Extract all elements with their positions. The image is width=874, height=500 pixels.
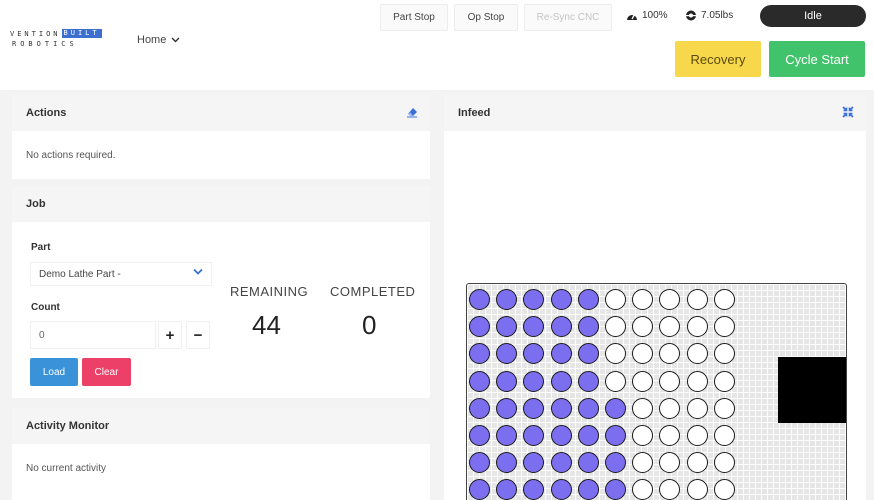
slot-filled[interactable] — [577, 425, 599, 446]
slot-filled[interactable] — [550, 452, 572, 474]
slot-empty[interactable] — [713, 425, 735, 446]
op-stop-button[interactable]: Op Stop — [454, 4, 518, 31]
slot-empty[interactable] — [632, 397, 654, 419]
eraser-icon[interactable] — [406, 106, 418, 118]
slot-filled[interactable] — [550, 316, 572, 338]
logo-text-robotics: ROBOTICS — [12, 40, 78, 48]
clear-button[interactable]: Clear — [82, 358, 131, 386]
count-increment-button[interactable]: + — [158, 321, 182, 349]
speedometer-icon — [627, 13, 637, 20]
slot-empty[interactable] — [686, 343, 708, 365]
top-header: VENTION BUILT ROBOTICS Home Part Stop Op… — [0, 0, 874, 90]
slot-empty[interactable] — [659, 370, 681, 392]
slot-empty[interactable] — [686, 425, 708, 446]
load-button[interactable]: Load — [30, 358, 78, 386]
completed-value: 0 — [362, 310, 377, 340]
activity-title: Activity Monitor — [26, 420, 110, 432]
slot-empty[interactable] — [686, 316, 708, 338]
slot-filled[interactable] — [496, 370, 518, 392]
slot-filled[interactable] — [577, 289, 599, 310]
home-menu[interactable]: Home — [137, 34, 180, 46]
slot-filled[interactable] — [469, 425, 490, 446]
slot-empty[interactable] — [632, 370, 654, 392]
slot-empty[interactable] — [713, 479, 735, 500]
recovery-button[interactable]: Recovery — [675, 41, 761, 77]
activity-card-header: Activity Monitor — [12, 408, 430, 444]
cycle-start-button[interactable]: Cycle Start — [769, 41, 865, 77]
job-card-header: Job — [12, 186, 430, 222]
part-label: Part — [31, 242, 51, 253]
chevron-down-icon — [193, 268, 203, 275]
slot-empty[interactable] — [713, 370, 735, 392]
resync-cnc-button[interactable]: Re-Sync CNC — [524, 4, 612, 31]
logo-text-built: BUILT — [61, 29, 102, 38]
home-menu-label: Home — [137, 34, 167, 46]
weight-icon — [685, 10, 697, 21]
count-label: Count — [31, 302, 60, 313]
count-decrement-button[interactable]: − — [186, 321, 210, 349]
actions-card-header: Actions — [12, 95, 430, 131]
remaining-label: REMAINING — [230, 284, 309, 299]
count-input[interactable]: 0 — [30, 321, 156, 349]
gripper-block — [778, 357, 846, 423]
actions-title: Actions — [26, 107, 67, 119]
activity-message: No current activity — [26, 462, 107, 474]
slot-empty[interactable] — [713, 289, 735, 310]
slot-filled[interactable] — [577, 479, 599, 500]
slot-filled[interactable] — [577, 452, 599, 474]
weight-indicator: 7.05lbs — [685, 10, 733, 21]
slot-empty[interactable] — [686, 289, 708, 310]
logo-text-vention: VENTION — [10, 29, 61, 38]
slot-filled[interactable] — [496, 397, 518, 419]
part-stop-button[interactable]: Part Stop — [380, 4, 448, 31]
actions-card: Actions No actions required. — [12, 95, 430, 179]
slot-filled[interactable] — [577, 397, 599, 419]
part-select[interactable]: Demo Lathe Part - — [30, 262, 212, 286]
machine-status-badge: Idle — [760, 5, 866, 27]
slot-filled[interactable] — [469, 289, 490, 310]
slot-filled[interactable] — [577, 316, 599, 338]
weight-value: 7.05lbs — [701, 10, 734, 21]
remaining-value: 44 — [252, 310, 281, 340]
slot-empty[interactable] — [686, 397, 708, 419]
speed-indicator: 100% — [626, 10, 668, 21]
slot-filled[interactable] — [605, 425, 626, 446]
slot-filled[interactable] — [550, 370, 572, 392]
activity-monitor-card: Activity Monitor No current activity — [12, 408, 430, 500]
slot-filled[interactable] — [605, 397, 626, 419]
slot-empty[interactable] — [605, 370, 626, 392]
job-title: Job — [26, 198, 46, 210]
slot-empty[interactable] — [713, 316, 735, 338]
infeed-card-header: Infeed — [444, 95, 866, 131]
slot-empty[interactable] — [713, 397, 735, 419]
slot-empty[interactable] — [713, 452, 735, 474]
infeed-title: Infeed — [458, 107, 491, 119]
slot-filled[interactable] — [550, 425, 572, 446]
brand-logo[interactable]: VENTION BUILT ROBOTICS — [10, 28, 126, 50]
slot-filled[interactable] — [605, 479, 626, 500]
slot-empty[interactable] — [686, 479, 708, 500]
slot-filled[interactable] — [550, 343, 572, 365]
slot-filled[interactable] — [523, 370, 545, 392]
slot-filled[interactable] — [577, 370, 599, 392]
chevron-down-icon — [171, 37, 180, 43]
part-select-value: Demo Lathe Part - — [39, 268, 121, 280]
actions-message: No actions required. — [26, 149, 116, 161]
slot-filled[interactable] — [469, 370, 490, 392]
speed-value: 100% — [642, 10, 668, 21]
slot-empty[interactable] — [686, 452, 708, 474]
slot-empty[interactable] — [605, 289, 626, 310]
slot-filled[interactable] — [469, 397, 490, 419]
slot-filled[interactable] — [550, 289, 572, 310]
completed-label: COMPLETED — [330, 284, 416, 299]
collapse-icon[interactable] — [842, 106, 854, 118]
slot-filled[interactable] — [469, 479, 490, 500]
slot-filled[interactable] — [550, 479, 572, 500]
slot-filled[interactable] — [550, 397, 572, 419]
slot-empty[interactable] — [686, 370, 708, 392]
